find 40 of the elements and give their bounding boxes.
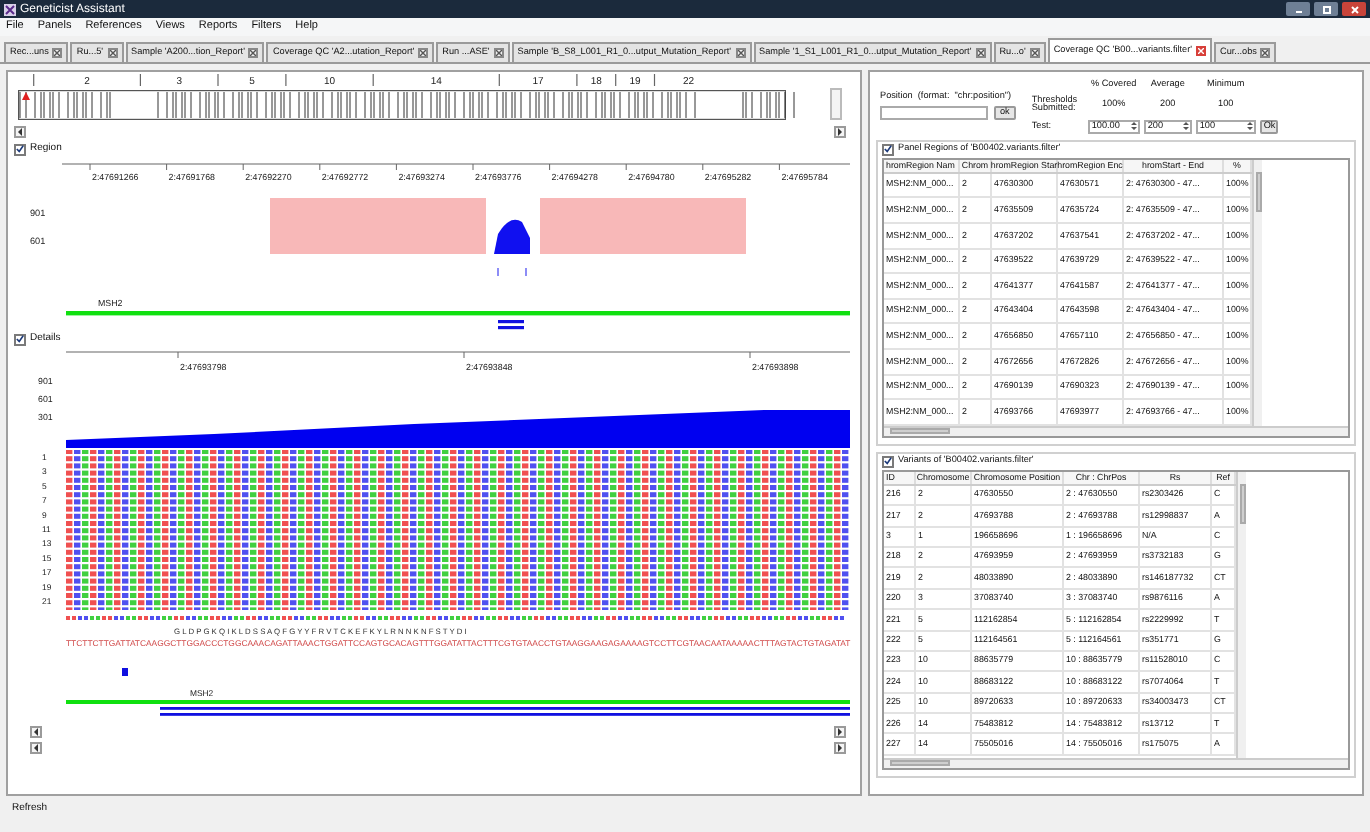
spin-arrows-icon xyxy=(1181,120,1190,133)
close-icon[interactable] xyxy=(1029,48,1040,58)
close-icon[interactable] xyxy=(975,48,986,58)
scroll-right-button[interactable] xyxy=(834,742,846,754)
close-icon[interactable] xyxy=(493,48,504,58)
close-icon[interactable] xyxy=(1342,2,1366,16)
vertical-scrollbar[interactable] xyxy=(1252,159,1262,426)
spin-arrows-icon xyxy=(1129,120,1138,133)
scroll-right-button[interactable] xyxy=(834,126,846,138)
position-field[interactable] xyxy=(880,105,988,120)
close-icon[interactable] xyxy=(248,48,259,58)
scrollbar-thumb[interactable] xyxy=(890,428,950,435)
scroll-left-button[interactable] xyxy=(30,742,42,754)
coverage-peak-drawing xyxy=(494,219,530,254)
close-icon[interactable] xyxy=(418,48,429,58)
checkbox[interactable] xyxy=(882,455,894,468)
close-icon[interactable] xyxy=(1260,48,1271,58)
scroll-left-button[interactable] xyxy=(14,126,26,138)
checkbox[interactable] xyxy=(14,333,26,345)
close-icon[interactable] xyxy=(52,48,63,58)
vertical-scrollbar[interactable] xyxy=(830,88,842,120)
checkbox[interactable] xyxy=(882,143,894,156)
spin-arrows-icon xyxy=(1245,120,1254,133)
scroll-right-button[interactable] xyxy=(834,726,846,738)
checkbox[interactable] xyxy=(14,143,26,155)
horizontal-scrollbar[interactable] xyxy=(884,425,1348,436)
exon-tick-marks xyxy=(497,267,527,277)
minimize-icon[interactable] xyxy=(1286,2,1310,16)
horizontal-scrollbar[interactable] xyxy=(884,757,1348,768)
scroll-left-button[interactable] xyxy=(30,726,42,738)
close-icon[interactable] xyxy=(735,48,745,58)
vertical-scrollbar[interactable] xyxy=(1236,471,1246,758)
exon-marker xyxy=(122,668,128,676)
close-icon[interactable] xyxy=(107,48,118,58)
maximize-icon[interactable] xyxy=(1314,2,1338,16)
scrollbar-thumb[interactable] xyxy=(1239,483,1245,524)
scrollbar-thumb[interactable] xyxy=(890,760,950,767)
exon-bars xyxy=(498,320,524,330)
app-icon xyxy=(4,3,16,15)
scrollbar-thumb[interactable] xyxy=(1255,171,1261,212)
